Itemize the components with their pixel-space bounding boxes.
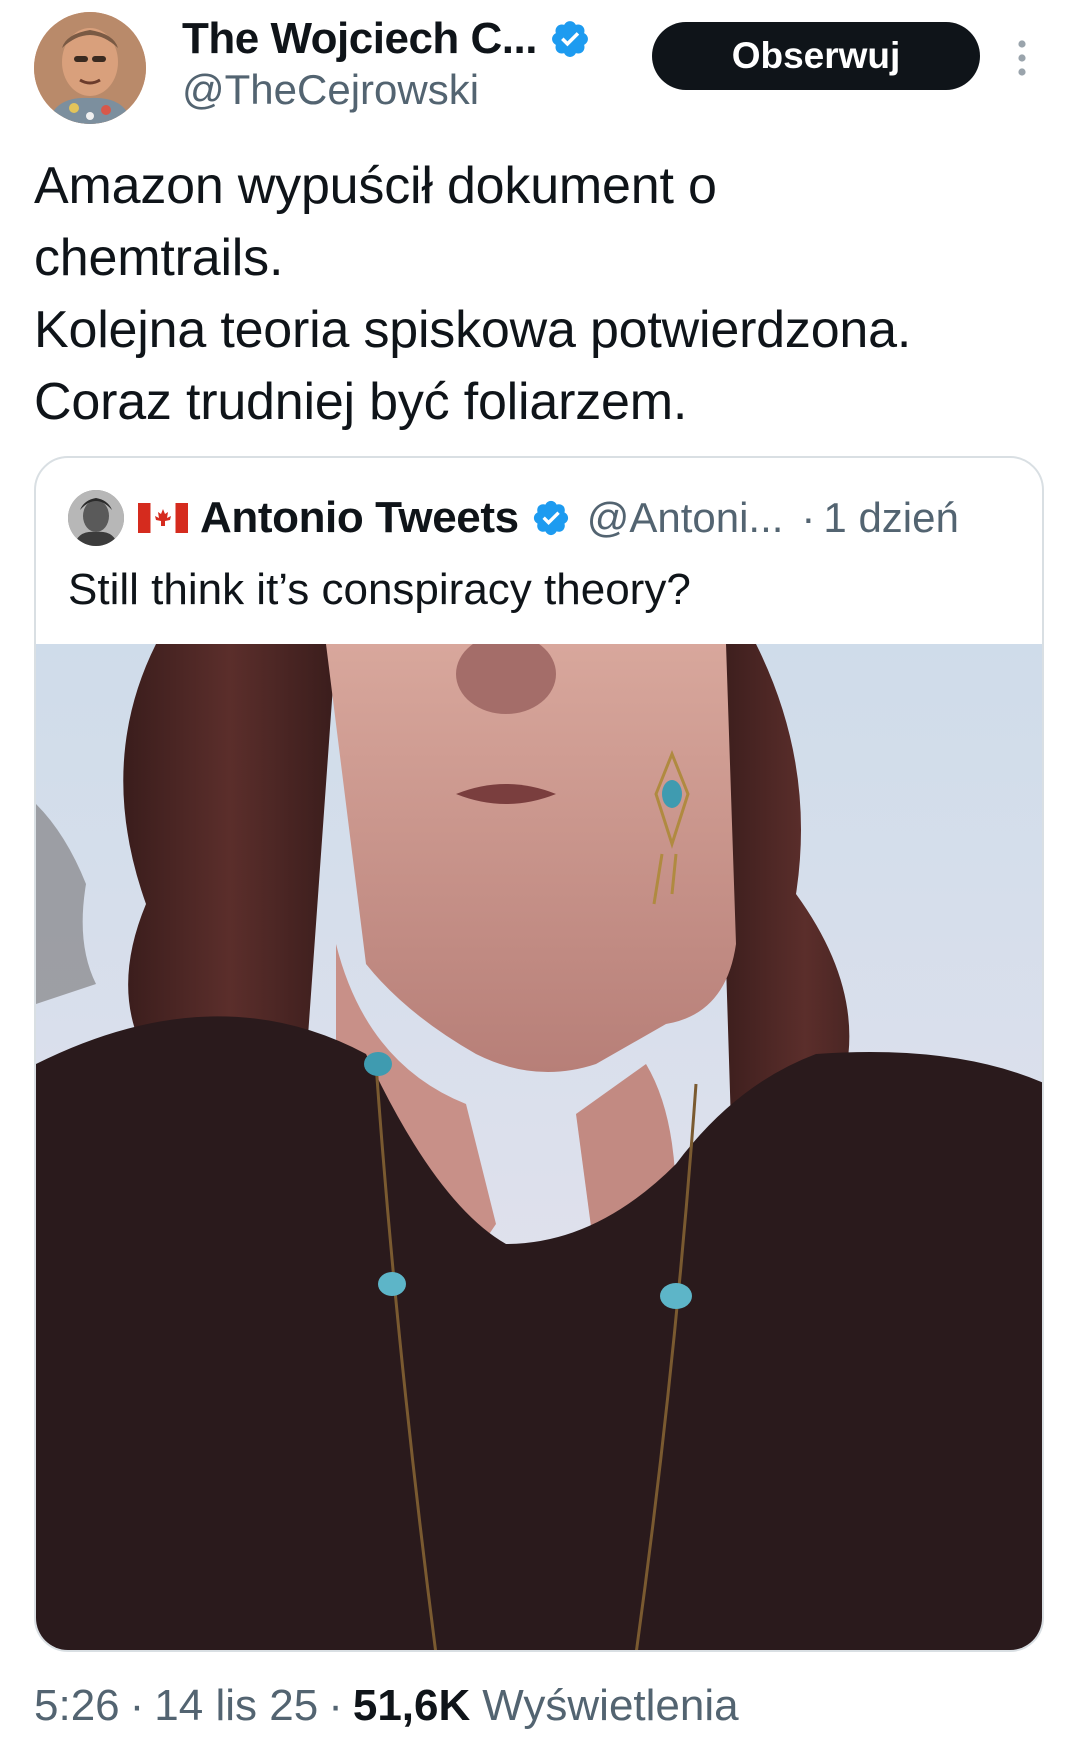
canada-flag-icon	[138, 503, 188, 533]
verified-badge-icon	[552, 21, 588, 57]
tweet-date[interactable]: 14 lis 25	[154, 1681, 318, 1731]
tweet-text-line: chemtrails.	[34, 229, 284, 287]
views-count: 51,6K	[352, 1681, 471, 1730]
quoted-author-handle[interactable]: @Antoni...	[587, 494, 784, 542]
author-avatar[interactable]	[34, 12, 146, 124]
separator-dot: ·	[129, 1681, 145, 1730]
quoted-tweet-video[interactable]	[36, 644, 1042, 1650]
quoted-author-name[interactable]: Antonio Tweets	[200, 493, 519, 543]
author-name[interactable]: The Wojciech C...	[182, 14, 537, 64]
tweet-header: The Wojciech C... @TheCejrowski Obserwuj	[0, 0, 1080, 140]
author-name-row[interactable]: The Wojciech C...	[182, 14, 591, 64]
quoted-tweet-header: Antonio Tweets @Antoni... · 1 dzień	[68, 488, 959, 548]
quoted-tweet-text: Still think it’s conspiracy theory?	[68, 565, 691, 614]
tweet-time[interactable]: 5:26	[34, 1681, 120, 1731]
tweet-text-line: Kolejna teoria spiskowa potwierdzona.	[34, 301, 912, 359]
tweet-meta-row: 5:26 · 14 lis 25 · 51,6K Wyświetlenia	[34, 1676, 739, 1736]
quoted-tweet-time[interactable]: 1 dzień	[823, 494, 958, 542]
tweet-text: Amazon wypuścił dokument o chemtrails. K…	[34, 150, 1044, 438]
tweet-text-line: Coraz trudniej być foliarzem.	[34, 373, 688, 431]
verified-badge-icon	[533, 500, 568, 536]
separator-dot: ·	[328, 1681, 343, 1730]
quoted-tweet-card[interactable]: Antonio Tweets @Antoni... · 1 dzień Stil…	[34, 456, 1044, 1652]
follow-button[interactable]: Obserwuj	[652, 22, 980, 90]
separator-dot: ·	[801, 494, 816, 541]
views-label: Wyświetlenia	[482, 1681, 739, 1730]
quoted-author-avatar[interactable]	[68, 490, 124, 546]
author-handle[interactable]: @TheCejrowski	[182, 66, 479, 114]
tweet-text-line: Amazon wypuścił dokument o	[34, 157, 717, 215]
more-vertical-icon[interactable]	[1008, 38, 1036, 78]
